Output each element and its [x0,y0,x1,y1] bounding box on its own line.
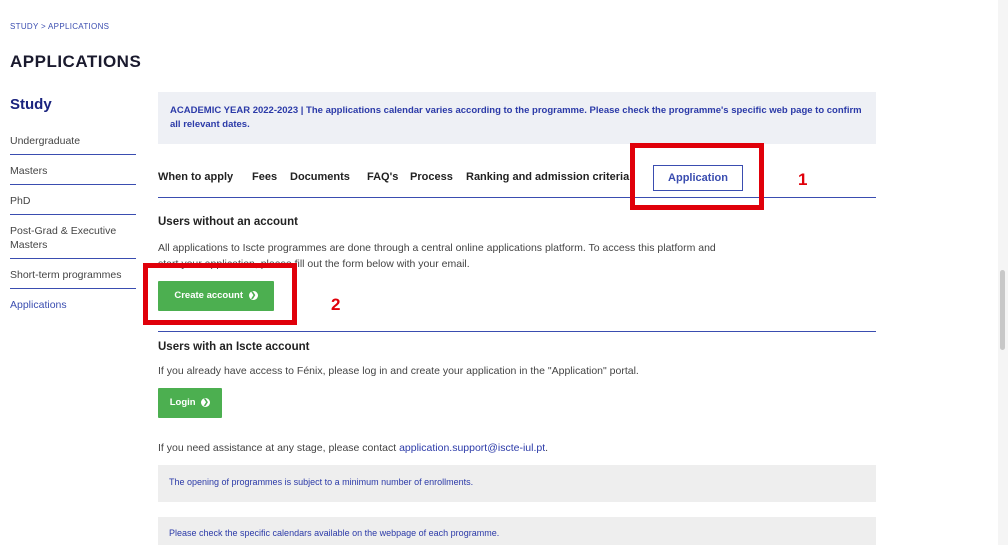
info-box-enrollments: The opening of programmes is subject to … [158,465,876,502]
tab-faqs[interactable]: FAQ's [367,171,398,183]
annotation-number-1: 1 [798,170,808,189]
sidebar-item-phd[interactable]: PhD [10,194,136,215]
breadcrumb[interactable]: STUDY > APPLICATIONS [10,22,109,31]
support-email-link[interactable]: application.support@iscte-iul.pt [399,442,545,454]
tab-documents[interactable]: Documents [290,171,350,183]
tab-when-to-apply[interactable]: When to apply [158,171,233,183]
info-box-text: The opening of programmes is subject to … [169,477,474,487]
sidebar-item-applications[interactable]: Applications [10,298,136,318]
sidebar-item-short-term[interactable]: Short-term programmes [10,268,136,289]
sidebar-item-post-grad[interactable]: Post-Grad & Executive Masters [10,224,136,259]
assistance-prefix: If you need assistance at any stage, ple… [158,442,400,454]
no-account-heading: Users without an account [158,216,298,228]
chevron-circle-right-icon: ❯ [201,397,211,407]
sidebar-nav: Undergraduate Masters PhD Post-Grad & Ex… [10,134,136,327]
tab-process[interactable]: Process [410,171,453,183]
assistance-suffix: . [545,442,549,454]
highlight-box-2 [143,263,297,325]
with-account-text: If you already have access to Fénix, ple… [158,365,639,377]
academic-year-notice: ACADEMIC YEAR 2022-2023 | The applicatio… [158,92,876,144]
no-account-text-line1: All applications to Iscte programmes are… [158,242,716,254]
tab-fees[interactable]: Fees [252,171,277,183]
assistance-text: If you need assistance at any stage, ple… [158,440,548,456]
page-scrollbar[interactable] [998,0,1008,545]
highlight-box-1 [630,143,764,210]
info-box-text: Please check the specific calendars avai… [169,528,500,538]
section-divider [158,331,876,332]
sidebar-item-undergraduate[interactable]: Undergraduate [10,134,136,155]
page-title: APPLICATIONS [10,52,142,71]
scrollbar-thumb[interactable] [1000,270,1005,350]
sidebar-title: Study [10,96,52,113]
login-label: Login [169,397,196,408]
tab-ranking[interactable]: Ranking and admission criteria [466,171,629,183]
notice-text: ACADEMIC YEAR 2022-2023 | The applicatio… [170,105,862,130]
login-button[interactable]: Login ❯ [158,388,222,418]
with-account-heading: Users with an Iscte account [158,341,310,353]
sidebar-item-masters[interactable]: Masters [10,164,136,185]
info-box-calendars: Please check the specific calendars avai… [158,517,876,545]
tab-bar: When to apply Fees Documents FAQ's Proce… [158,165,876,198]
annotation-number-2: 2 [331,295,341,314]
